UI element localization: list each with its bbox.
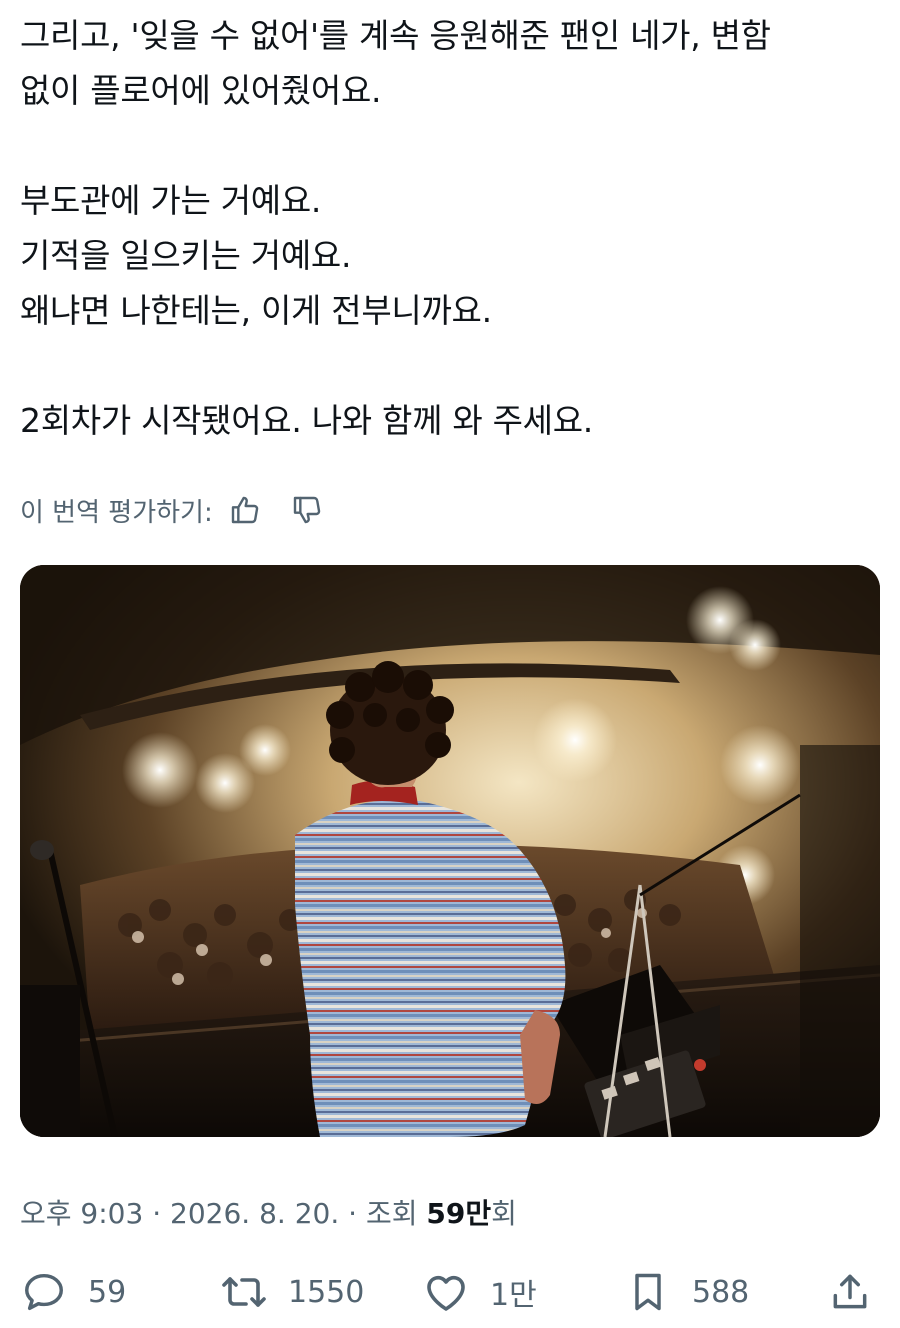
like-button[interactable]: 1만 <box>422 1262 537 1322</box>
reply-count: 59 <box>88 1274 127 1310</box>
reply-icon <box>25 1273 63 1311</box>
thumbs-up-button[interactable] <box>225 490 265 530</box>
tweet-actions: 59 1550 1만 588 <box>20 1262 880 1322</box>
tweet-meta: 오후 9:03 · 2026. 8. 20. · 조회 59만회 <box>20 1192 517 1232</box>
thumbs-down-button[interactable] <box>287 490 327 530</box>
tweet-line: 2회차가 시작됐어요. 나와 함께 와 주세요. <box>20 401 593 440</box>
retweet-count: 1550 <box>288 1274 365 1310</box>
meta-separator: · <box>152 1197 162 1230</box>
share-icon <box>833 1274 867 1309</box>
heart-icon <box>427 1275 465 1311</box>
bookmark-count: 588 <box>692 1274 750 1310</box>
concert-photo <box>20 565 880 1137</box>
tweet-time[interactable]: 오후 9:03 <box>20 1197 143 1230</box>
thumbs-up-icon <box>231 496 258 524</box>
tweet-line: 왜냐면 나한테는, 이게 전부니까요. <box>20 291 492 330</box>
tweet-line: 그리고, '잊을 수 없어'를 계속 응원해준 팬인 네가, 변함 <box>20 16 771 55</box>
tweet-text: 그리고, '잊을 수 없어'를 계속 응원해준 팬인 네가, 변함 없이 플로어… <box>20 8 882 448</box>
thumbs-down-icon <box>293 496 320 524</box>
share-button[interactable] <box>826 1262 874 1322</box>
tweet-line: 기적을 일으키는 거예요. <box>20 236 352 275</box>
meta-separator: · <box>348 1197 358 1230</box>
views-suffix: 회 <box>491 1197 517 1230</box>
tweet-photo[interactable] <box>20 565 880 1137</box>
reply-button[interactable]: 59 <box>20 1262 126 1322</box>
views-label: 조회 <box>365 1197 418 1230</box>
like-count: 1만 <box>490 1278 537 1313</box>
bookmark-icon <box>635 1273 661 1311</box>
tweet-line: 없이 플로어에 있어줬어요. <box>20 71 382 110</box>
views-count: 59만 <box>426 1197 492 1230</box>
tweet-date[interactable]: 2026. 8. 20. <box>170 1197 339 1230</box>
translation-rating-label: 이 번역 평가하기: <box>20 497 213 528</box>
translation-rating: 이 번역 평가하기: <box>20 488 327 532</box>
bookmark-button[interactable]: 588 <box>624 1262 749 1322</box>
retweet-button[interactable]: 1550 <box>220 1262 364 1322</box>
retweet-icon <box>222 1277 266 1307</box>
tweet-line: 부도관에 가는 거예요. <box>20 181 322 220</box>
